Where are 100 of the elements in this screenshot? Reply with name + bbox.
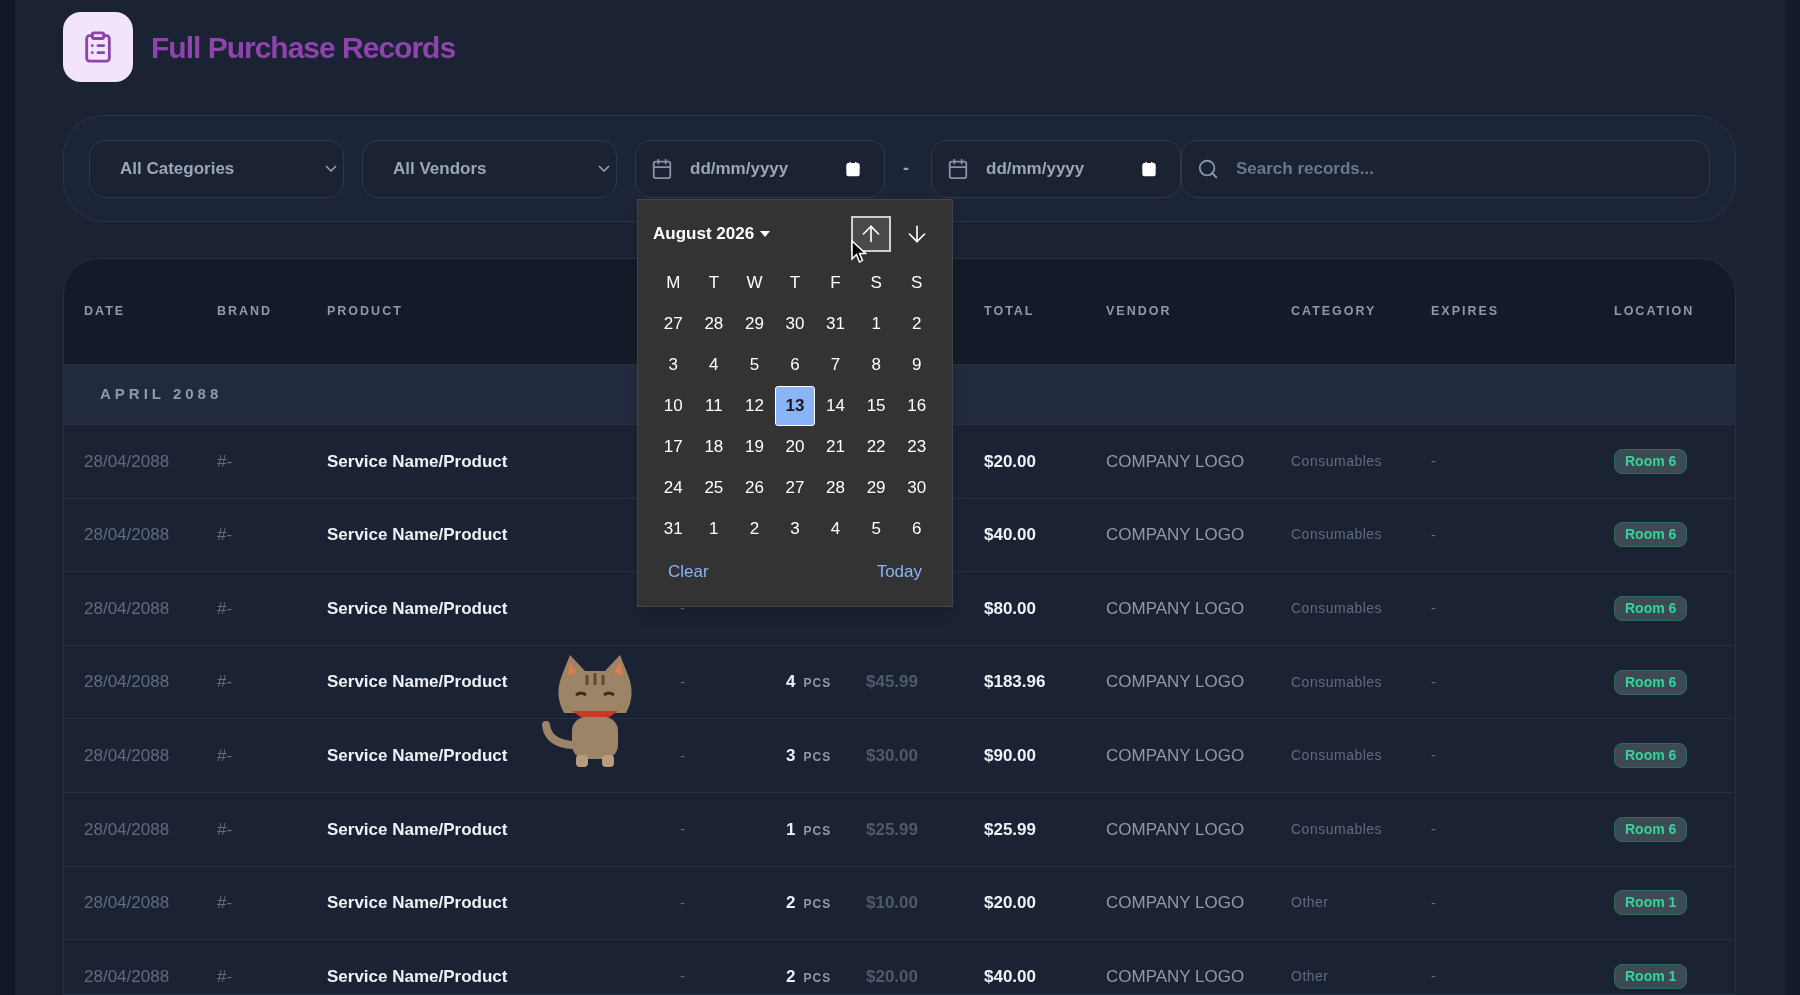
day-cell[interactable]: 17 <box>653 426 694 467</box>
day-cell[interactable]: 14 <box>815 385 856 426</box>
day-cell[interactable]: 12 <box>734 385 775 426</box>
day-cell[interactable]: 20 <box>775 426 815 467</box>
day-cell[interactable]: 19 <box>734 426 775 467</box>
category-select[interactable]: All Categories <box>89 139 344 198</box>
day-cell[interactable]: 3 <box>775 508 815 549</box>
table-cell-text: Consumables <box>1291 746 1384 766</box>
table-cell-text: - <box>1431 524 1437 545</box>
day-cell[interactable]: 28 <box>815 467 856 508</box>
day-cell[interactable]: 13 <box>775 385 815 426</box>
day-cell[interactable]: 30 <box>775 303 815 344</box>
day-cell[interactable]: 2 <box>734 508 775 549</box>
quantity: 4 <box>786 671 796 694</box>
table-cell-text: Consumables <box>1291 672 1384 692</box>
search-field[interactable]: Search records... <box>1181 139 1710 198</box>
table-cell: Service Name/Product <box>327 745 508 765</box>
day-cell[interactable]: 18 <box>693 426 734 467</box>
day-cell[interactable]: 1 <box>693 508 734 549</box>
day-cell[interactable]: 10 <box>653 385 694 426</box>
quantity: 1 <box>786 818 796 841</box>
table-cell-text: #- <box>217 818 234 841</box>
table-cell-text: Other <box>1291 893 1330 913</box>
table-cell-text: #- <box>217 450 234 473</box>
weekday-label: T <box>788 271 802 294</box>
location-badge: Room 6 <box>1614 448 1688 474</box>
clear-button[interactable]: Clear <box>668 559 709 585</box>
table-cell-text: - <box>1431 598 1437 619</box>
table-cell-text: COMPANY LOGO <box>1106 450 1246 473</box>
location-badge: Room 6 <box>1614 596 1688 621</box>
table-cell: Service Name/Product <box>327 893 508 913</box>
day-cell[interactable]: 30 <box>896 467 937 508</box>
quantity: 2 <box>786 892 796 915</box>
table-cell-text: Consumables <box>1291 599 1384 618</box>
location-badge: Room 6 <box>1614 522 1688 548</box>
location-badge: Room 1 <box>1614 963 1688 989</box>
day-cell[interactable]: 29 <box>856 467 897 508</box>
weekday-label: W <box>745 271 764 294</box>
day-cell[interactable]: 24 <box>653 467 694 508</box>
table-cell-text: COMPANY LOGO <box>1106 965 1246 988</box>
calendar-icon[interactable] <box>1141 160 1157 177</box>
table-cell-text: Consumables <box>1291 451 1384 471</box>
calendar-icon[interactable] <box>845 160 861 177</box>
table-cell: Service Name/Product <box>327 966 508 986</box>
table-cell-text: #- <box>217 744 234 767</box>
weekday-label: S <box>869 271 883 294</box>
column-header: EXPIRES <box>1431 303 1501 321</box>
table-cell-text: #- <box>217 524 234 547</box>
previous-month-button[interactable] <box>851 216 891 252</box>
table-cell-text: $20.00 <box>984 892 1037 915</box>
day-cell[interactable]: 16 <box>896 385 937 426</box>
date-field[interactable]: dd/mm/yyyy <box>635 139 885 198</box>
month-selector[interactable]: August 2026 <box>653 221 771 247</box>
day-cell[interactable]: 27 <box>653 303 694 344</box>
day-cell[interactable]: 21 <box>815 426 856 467</box>
weekday-label: M <box>665 271 682 294</box>
table-cell-text: - <box>1431 745 1437 766</box>
table-cell-text: 28/04/2088 <box>84 524 171 547</box>
unit-label: PCS <box>803 675 832 693</box>
day-cell[interactable]: 11 <box>693 385 734 426</box>
day-cell[interactable]: 26 <box>734 467 775 508</box>
table-cell-text: #- <box>217 597 234 620</box>
location-badge: Room 6 <box>1614 816 1688 842</box>
today-button[interactable]: Today <box>876 559 922 585</box>
day-cell[interactable]: 22 <box>856 426 897 467</box>
table-cell: $10.00 <box>866 893 918 913</box>
day-cell[interactable]: 29 <box>734 303 775 344</box>
table-cell-text: COMPANY LOGO <box>1106 597 1246 620</box>
day-cell[interactable]: 31 <box>653 508 694 549</box>
table-cell-text: $183.96 <box>984 671 1047 694</box>
day-cell[interactable]: 31 <box>815 303 856 344</box>
table-cell: $30.00 <box>866 745 918 765</box>
table-cell: $45.99 <box>866 672 918 692</box>
day-cell[interactable]: 1 <box>856 303 897 344</box>
date-field[interactable]: dd/mm/yyyy <box>931 139 1181 198</box>
day-cell[interactable]: 27 <box>775 467 815 508</box>
vendor-select[interactable]: All Vendors <box>362 139 617 198</box>
column-header: BRAND <box>217 303 274 321</box>
weekday-label: T <box>707 271 721 294</box>
location-badge: Room 6 <box>1614 743 1688 769</box>
table-cell-text: - <box>1431 819 1437 839</box>
day-cell[interactable]: 15 <box>856 385 897 426</box>
day-cell[interactable]: 4 <box>815 508 856 549</box>
chevron-down-icon <box>325 165 337 172</box>
table-cell-text: - <box>1431 966 1437 987</box>
unit-label: PCS <box>803 822 832 840</box>
table-cell-text: Consumables <box>1291 819 1384 839</box>
table-cell: - <box>680 599 685 617</box>
day-cell[interactable]: 23 <box>896 426 937 467</box>
table-cell-text: 28/04/2088 <box>84 597 171 620</box>
table-cell-text: #- <box>217 965 234 988</box>
table-cell-text: Consumables <box>1291 525 1384 545</box>
day-cell[interactable]: 5 <box>856 508 897 549</box>
day-cell[interactable]: 2 <box>896 303 937 344</box>
day-cell[interactable]: 28 <box>693 303 734 344</box>
table-cell: - <box>680 967 685 985</box>
table-cell-text: - <box>1431 892 1437 913</box>
day-cell[interactable]: 6 <box>896 508 937 549</box>
day-cell[interactable]: 25 <box>693 467 734 508</box>
weekday-label: F <box>829 271 842 294</box>
